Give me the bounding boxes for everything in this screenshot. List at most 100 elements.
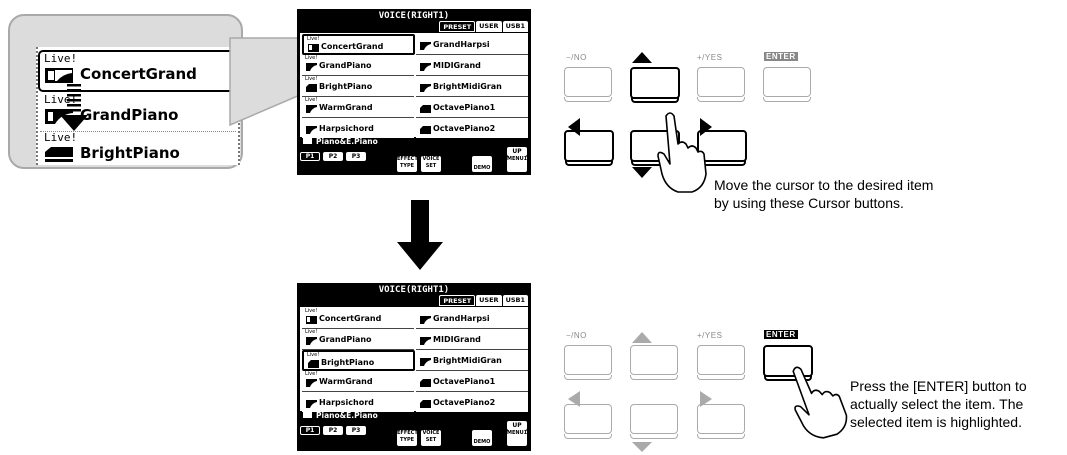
- voice-item-brightmidigran[interactable]: BrightMidiGran: [416, 76, 528, 97]
- voice-name: OctavePiano2: [433, 398, 496, 407]
- arrow-up-icon: [632, 52, 652, 63]
- enter-caption-line-2: actually select the item. The: [850, 396, 1024, 412]
- enter-button[interactable]: [763, 67, 811, 102]
- live-label: Live!: [307, 352, 320, 358]
- scroll-down-arrow: [60, 84, 88, 131]
- grand-piano-icon: [306, 337, 317, 345]
- hand-pointer-icon: [657, 112, 707, 193]
- voice-item-octavepiano1[interactable]: OctavePiano1: [416, 97, 528, 118]
- tab-user[interactable]: USER: [476, 21, 502, 32]
- demo-button[interactable]: DEMO: [472, 430, 492, 446]
- enter-caption-line-3: selected item is highlighted.: [850, 414, 1022, 430]
- live-label: Live!: [305, 55, 318, 61]
- voice-name: WarmGrand: [319, 377, 373, 386]
- demo-button[interactable]: DEMO: [472, 156, 492, 172]
- voice-name: WarmGrand: [319, 103, 373, 112]
- voice-item-brightmidigran[interactable]: BrightMidiGran: [416, 350, 528, 371]
- voice-item-brightpiano[interactable]: Live! BrightPiano: [302, 350, 415, 371]
- voice-name: BrightPiano: [321, 358, 375, 367]
- live-label: Live!: [305, 329, 318, 335]
- manual-illustration: Live! ConcertGrand Live! GrandPiano Live…: [0, 0, 1067, 455]
- screen-tabs: PRESET USER USB1: [439, 295, 528, 306]
- up-button[interactable]: UP: [507, 147, 527, 156]
- voice-item-midigrand[interactable]: MIDIGrand: [416, 55, 528, 76]
- grand-piano-icon: [306, 63, 317, 71]
- tab-user[interactable]: USER: [476, 295, 502, 306]
- voice-name: OctavePiano2: [433, 124, 496, 133]
- voice-screen-bottom: VOICE(RIGHT1) PRESET USER USB1 Live! Con…: [297, 283, 531, 451]
- page-button-p1[interactable]: P1: [300, 426, 320, 435]
- next-step-arrow: [397, 200, 443, 270]
- voice-list: Live! ConcertGrand Live! GrandPiano Live…: [300, 307, 528, 412]
- grand-piano-icon: [420, 84, 431, 92]
- voice-item-brightpiano[interactable]: Live! BrightPiano: [302, 76, 414, 97]
- upright-piano-icon: [306, 84, 317, 92]
- voice-name: GrandPiano: [319, 335, 372, 344]
- grand-piano-icon: [308, 44, 319, 52]
- voice-item-harpsichord[interactable]: Harpsichord: [302, 118, 414, 138]
- cursor-caption-line-2: by using these Cursor buttons.: [714, 195, 904, 211]
- arrow-left-icon: [568, 118, 580, 136]
- voice-set-button[interactable]: VOICE SET: [421, 156, 441, 172]
- voice-item-warmgrand[interactable]: Live! WarmGrand: [302, 97, 414, 118]
- voice-screen-top: VOICE(RIGHT1) PRESET USER USB1 Live! Con…: [297, 9, 531, 175]
- tab-usb1[interactable]: USB1: [502, 295, 528, 306]
- voice-item-harpsichord[interactable]: Harpsichord: [302, 392, 414, 412]
- voice-item-concertgrand[interactable]: Live! ConcertGrand: [302, 34, 415, 55]
- live-label: Live!: [307, 36, 320, 42]
- grand-piano-icon: [420, 63, 431, 71]
- page-button-p3[interactable]: P3: [346, 426, 366, 435]
- tab-preset[interactable]: PRESET: [439, 295, 476, 306]
- live-label: Live!: [305, 76, 318, 82]
- menu1-button[interactable]: MENU1: [507, 156, 527, 172]
- voice-name: BrightPiano: [319, 82, 373, 91]
- tab-usb1[interactable]: USB1: [502, 21, 528, 32]
- grand-piano-icon: [420, 337, 431, 345]
- voice-name: ConcertGrand: [321, 42, 384, 51]
- voice-name: GrandPiano: [319, 61, 372, 70]
- category-row[interactable]: Piano&E.Piano: [300, 411, 528, 421]
- category-row[interactable]: Piano&E.Piano: [300, 137, 528, 147]
- voice-item-grandharpsi[interactable]: GrandHarpsi: [416, 308, 528, 329]
- live-label: Live!: [305, 308, 318, 314]
- voice-name: GrandHarpsi: [433, 314, 490, 323]
- folder-icon: [303, 138, 312, 144]
- page-button-p2[interactable]: P2: [323, 152, 343, 161]
- harpsichord-icon: [420, 42, 431, 50]
- page-button-p2[interactable]: P2: [323, 426, 343, 435]
- voice-item-octavepiano2[interactable]: OctavePiano2: [416, 118, 528, 138]
- enter-button-label: ENTER: [764, 330, 798, 339]
- upright-piano-icon: [308, 360, 319, 368]
- cursor-arrows: [568, 332, 712, 452]
- voice-item-octavepiano2[interactable]: OctavePiano2: [416, 392, 528, 412]
- enter-caption-line-1: Press the [ENTER] button to: [850, 378, 1027, 394]
- arrow-down-icon: [632, 167, 652, 178]
- voice-item-grandharpsi[interactable]: GrandHarpsi: [416, 34, 528, 55]
- page-button-p1[interactable]: P1: [300, 152, 320, 161]
- effect-type-button[interactable]: EFFECT TYPE: [397, 430, 418, 446]
- voice-item-warmgrand[interactable]: Live! WarmGrand: [302, 371, 414, 392]
- cursor-caption: Move the cursor to the desired item by u…: [714, 176, 933, 212]
- voice-item-midigrand[interactable]: MIDIGrand: [416, 329, 528, 350]
- grand-piano-icon: [306, 379, 317, 387]
- voice-set-button[interactable]: VOICE SET: [421, 430, 441, 446]
- arrow-down-icon: [632, 442, 652, 452]
- voice-item-grandpiano[interactable]: Live! GrandPiano: [302, 329, 414, 350]
- voice-item-octavepiano1[interactable]: OctavePiano1: [416, 371, 528, 392]
- effect-type-button[interactable]: EFFECT TYPE: [397, 156, 418, 172]
- upright-piano-icon: [420, 105, 431, 113]
- up-button[interactable]: UP: [507, 421, 527, 430]
- voice-item-grandpiano[interactable]: Live! GrandPiano: [302, 55, 414, 76]
- tab-preset[interactable]: PRESET: [439, 21, 476, 32]
- voice-name: BrightMidiGran: [433, 356, 502, 365]
- menu1-button[interactable]: MENU1: [507, 430, 527, 446]
- voice-name: ConcertGrand: [319, 314, 382, 323]
- voice-name: Harpsichord: [319, 398, 374, 407]
- voice-name: MIDIGrand: [433, 335, 481, 344]
- harpsichord-icon: [306, 126, 317, 134]
- voice-name: GrandHarpsi: [433, 40, 490, 49]
- folder-icon: [303, 412, 312, 418]
- voice-item-concertgrand[interactable]: Live! ConcertGrand: [302, 308, 414, 329]
- page-button-p3[interactable]: P3: [346, 152, 366, 161]
- hand-pointer-icon: [792, 366, 848, 439]
